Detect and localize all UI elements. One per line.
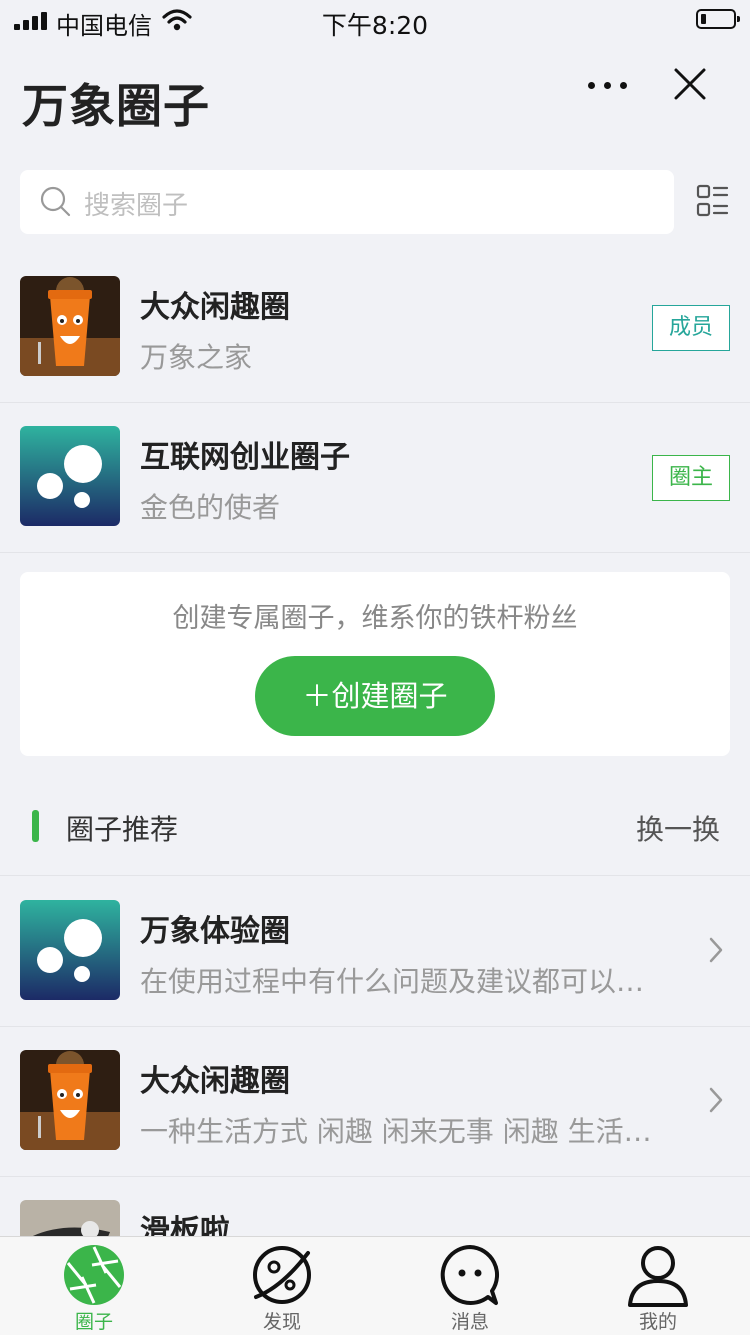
status-time: 下午8:20 bbox=[321, 11, 429, 40]
create-circle-card: 创建专属圈子，维系你的铁杆粉丝 ＋创建圈子 bbox=[20, 572, 730, 756]
circle-name: 大众闲趣圈 bbox=[140, 1064, 290, 1099]
circle-owner: 万象之家 bbox=[140, 341, 253, 374]
list-item[interactable]: 滑板啦 bbox=[0, 1176, 750, 1236]
list-view-icon[interactable] bbox=[690, 180, 734, 224]
tab-label: 消息 bbox=[450, 1311, 489, 1333]
close-icon[interactable] bbox=[668, 62, 712, 106]
tab-label: 我的 bbox=[638, 1311, 677, 1333]
search-input[interactable]: 搜索圈子 bbox=[20, 170, 674, 234]
list-item[interactable]: 大众闲趣圈 一种生活方式 闲趣 闲来无事 闲趣 生活… bbox=[0, 1026, 750, 1177]
create-tip: 创建专属圈子，维系你的铁杆粉丝 bbox=[172, 603, 578, 634]
role-badge: 成员 bbox=[652, 305, 730, 351]
aperture-icon bbox=[64, 1245, 124, 1305]
coffee-cup-image bbox=[20, 276, 120, 376]
tab-circles[interactable]: 圈子 bbox=[0, 1237, 188, 1335]
recommend-header: 圈子推荐 换一换 bbox=[0, 790, 750, 862]
my-circle-item[interactable]: 互联网创业圈子 金色的使者 圈主 bbox=[0, 402, 750, 553]
chat-bubble-icon bbox=[440, 1245, 500, 1305]
tab-messages[interactable]: 消息 bbox=[376, 1237, 564, 1335]
circle-name: 万象体验圈 bbox=[140, 914, 290, 949]
tab-discover[interactable]: 发现 bbox=[188, 1237, 376, 1335]
person-icon bbox=[628, 1246, 688, 1307]
tab-label: 圈子 bbox=[74, 1311, 113, 1333]
circle-desc: 一种生活方式 闲趣 闲来无事 闲趣 生活… bbox=[140, 1115, 652, 1148]
circle-owner: 金色的使者 bbox=[140, 491, 281, 524]
bubbles-logo bbox=[20, 426, 120, 526]
chevron-right-icon bbox=[709, 937, 723, 963]
coffee-cup-image bbox=[20, 1050, 120, 1150]
role-badge: 圈主 bbox=[652, 455, 730, 501]
tab-label: 发现 bbox=[262, 1311, 301, 1333]
section-accent-bar bbox=[32, 810, 39, 842]
bubbles-logo bbox=[20, 900, 120, 1000]
tab-profile[interactable]: 我的 bbox=[564, 1237, 750, 1335]
search-icon bbox=[40, 186, 71, 217]
create-circle-button[interactable]: ＋创建圈子 bbox=[255, 656, 495, 736]
circle-desc: 在使用过程中有什么问题及建议都可以… bbox=[140, 965, 645, 998]
chevron-right-icon bbox=[709, 1087, 723, 1113]
more-button[interactable] bbox=[580, 62, 636, 106]
status-bar: 中国电信 下午8:20 bbox=[0, 0, 750, 42]
recommend-list: 万象体验圈 在使用过程中有什么问题及建议都可以… 大众闲趣圈 一种生活方式 闲趣… bbox=[0, 875, 750, 1236]
search-placeholder: 搜索圈子 bbox=[84, 191, 189, 221]
my-circle-item[interactable]: 大众闲趣圈 万象之家 成员 bbox=[0, 252, 750, 403]
battery-icon bbox=[696, 9, 740, 29]
circle-name: 大众闲趣圈 bbox=[140, 290, 290, 325]
list-item[interactable]: 万象体验圈 在使用过程中有什么问题及建议都可以… bbox=[0, 876, 750, 1027]
section-title: 圈子推荐 bbox=[66, 813, 179, 846]
refresh-button[interactable]: 换一换 bbox=[636, 808, 720, 848]
header: 万象圈子 bbox=[0, 42, 750, 152]
planet-icon bbox=[253, 1246, 311, 1304]
tab-bar: 圈子 发现 消息 我的 bbox=[0, 1236, 750, 1335]
page-title: 万象圈子 bbox=[22, 79, 210, 133]
skateboard-photo bbox=[20, 1200, 120, 1236]
circle-name: 互联网创业圈子 bbox=[140, 440, 350, 475]
circle-name: 滑板啦 bbox=[140, 1214, 230, 1236]
